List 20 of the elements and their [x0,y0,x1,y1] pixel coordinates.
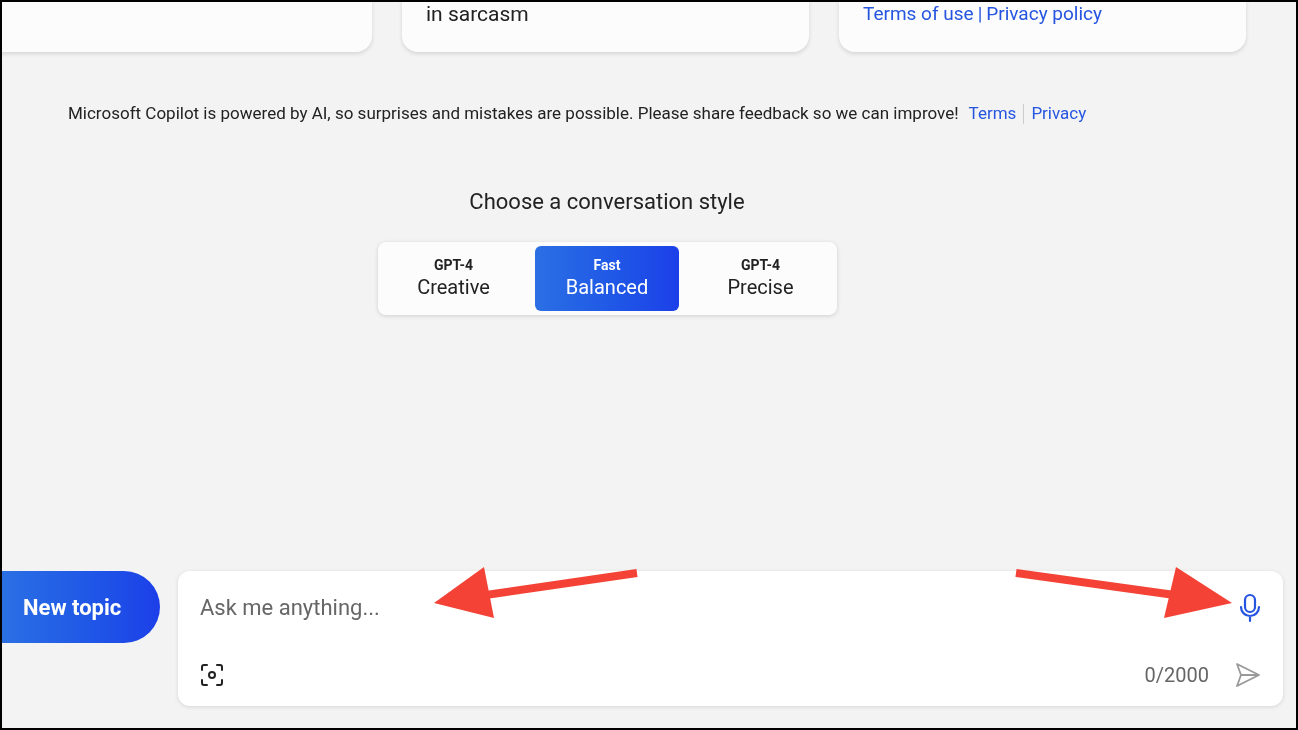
suggestion-card[interactable]: Terms of use | Privacy policy [839,2,1246,52]
style-tab[interactable]: GPT-4 Creative [381,246,526,311]
privacy-link[interactable]: Privacy policy [986,4,1103,23]
terms-link[interactable]: Terms of use [863,4,974,23]
camera-scan-icon[interactable] [200,663,224,687]
new-topic-button[interactable]: New topic [2,571,160,643]
suggestion-card[interactable]: in sarcasm [402,2,809,52]
card-text: in sarcasm [426,4,529,25]
chat-input-box[interactable]: Ask me anything... 0/2000 [178,571,1283,706]
privacy-link[interactable]: Privacy [1031,101,1087,127]
send-icon[interactable] [1235,662,1261,688]
style-tab[interactable]: Fast Balanced [535,246,679,311]
terms-link[interactable]: Terms [968,101,1017,127]
style-tab[interactable]: GPT-4 Precise [688,246,833,311]
section-title: Choose a conversation style [469,191,745,213]
disclaimer-text: Microsoft Copilot is powered by AI, so surprises and mistakes are possible. Please share feedback so we can improve! [68,102,959,126]
microphone-icon[interactable] [1239,592,1261,623]
message-input[interactable]: Ask me anything... [200,591,1000,624]
character-counter: 0/2000 [1144,662,1209,689]
link-separator: | [977,4,983,23]
